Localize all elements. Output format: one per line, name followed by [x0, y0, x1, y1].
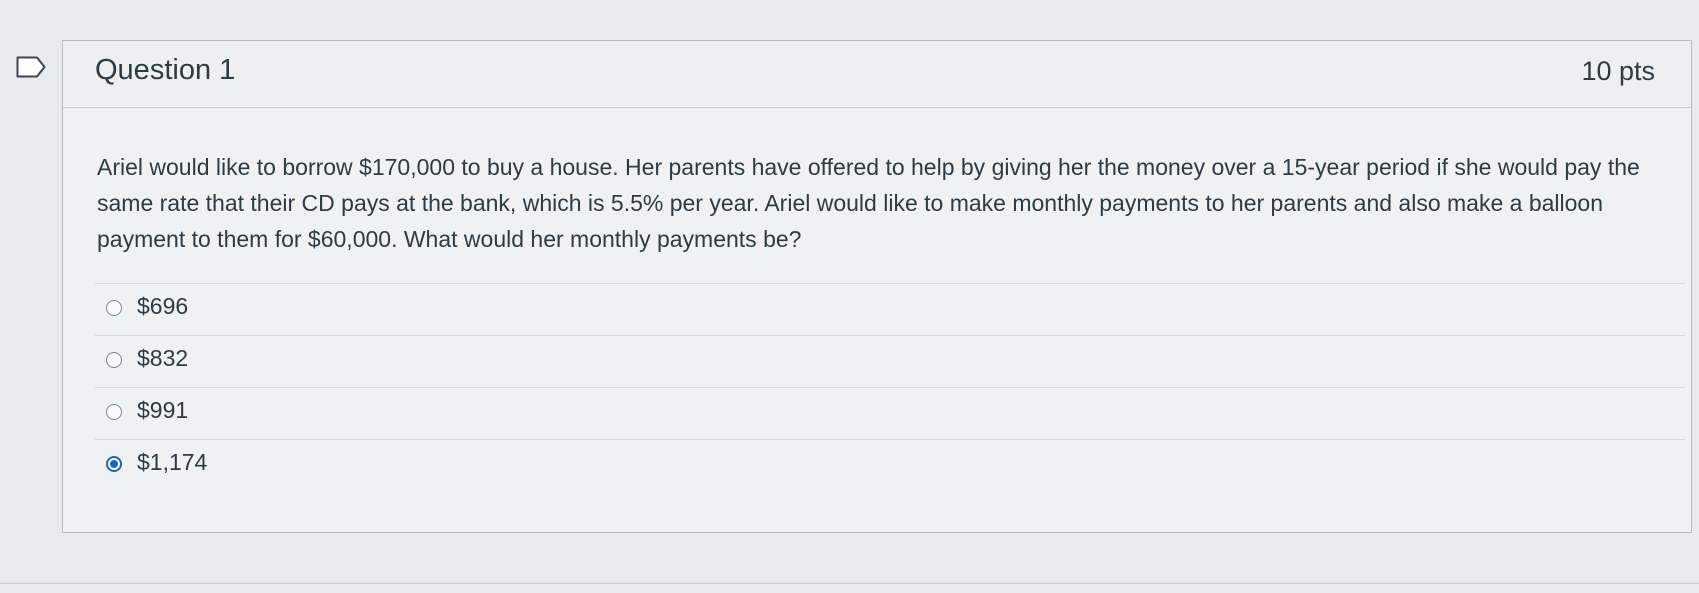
answer-label[interactable]: $832: [137, 345, 188, 372]
answer-label[interactable]: $991: [137, 397, 188, 424]
radio-button[interactable]: [106, 300, 122, 316]
question-points: 10 pts: [1581, 56, 1655, 86]
answer-list: $696 $832 $991 $1,174: [95, 283, 1685, 491]
quiz-page: Question 1 10 pts Ariel would like to bo…: [0, 0, 1699, 593]
answer-label[interactable]: $696: [137, 293, 188, 320]
answer-label[interactable]: $1,174: [137, 449, 207, 476]
flag-question-icon[interactable]: [16, 56, 46, 78]
answer-option-1[interactable]: $696: [95, 283, 1685, 335]
divider: [0, 583, 1699, 584]
question-card: Question 1 10 pts Ariel would like to bo…: [62, 40, 1692, 533]
answer-option-3[interactable]: $991: [95, 387, 1685, 439]
radio-button[interactable]: [106, 404, 122, 420]
radio-button[interactable]: [106, 352, 122, 368]
question-title: Question 1: [95, 54, 236, 86]
question-header: Question 1 10 pts: [63, 41, 1691, 108]
answer-option-4[interactable]: $1,174: [95, 439, 1685, 491]
answer-option-2[interactable]: $832: [95, 335, 1685, 387]
question-text: Ariel would like to borrow $170,000 to b…: [97, 154, 1640, 252]
radio-button-selected[interactable]: [106, 456, 122, 472]
